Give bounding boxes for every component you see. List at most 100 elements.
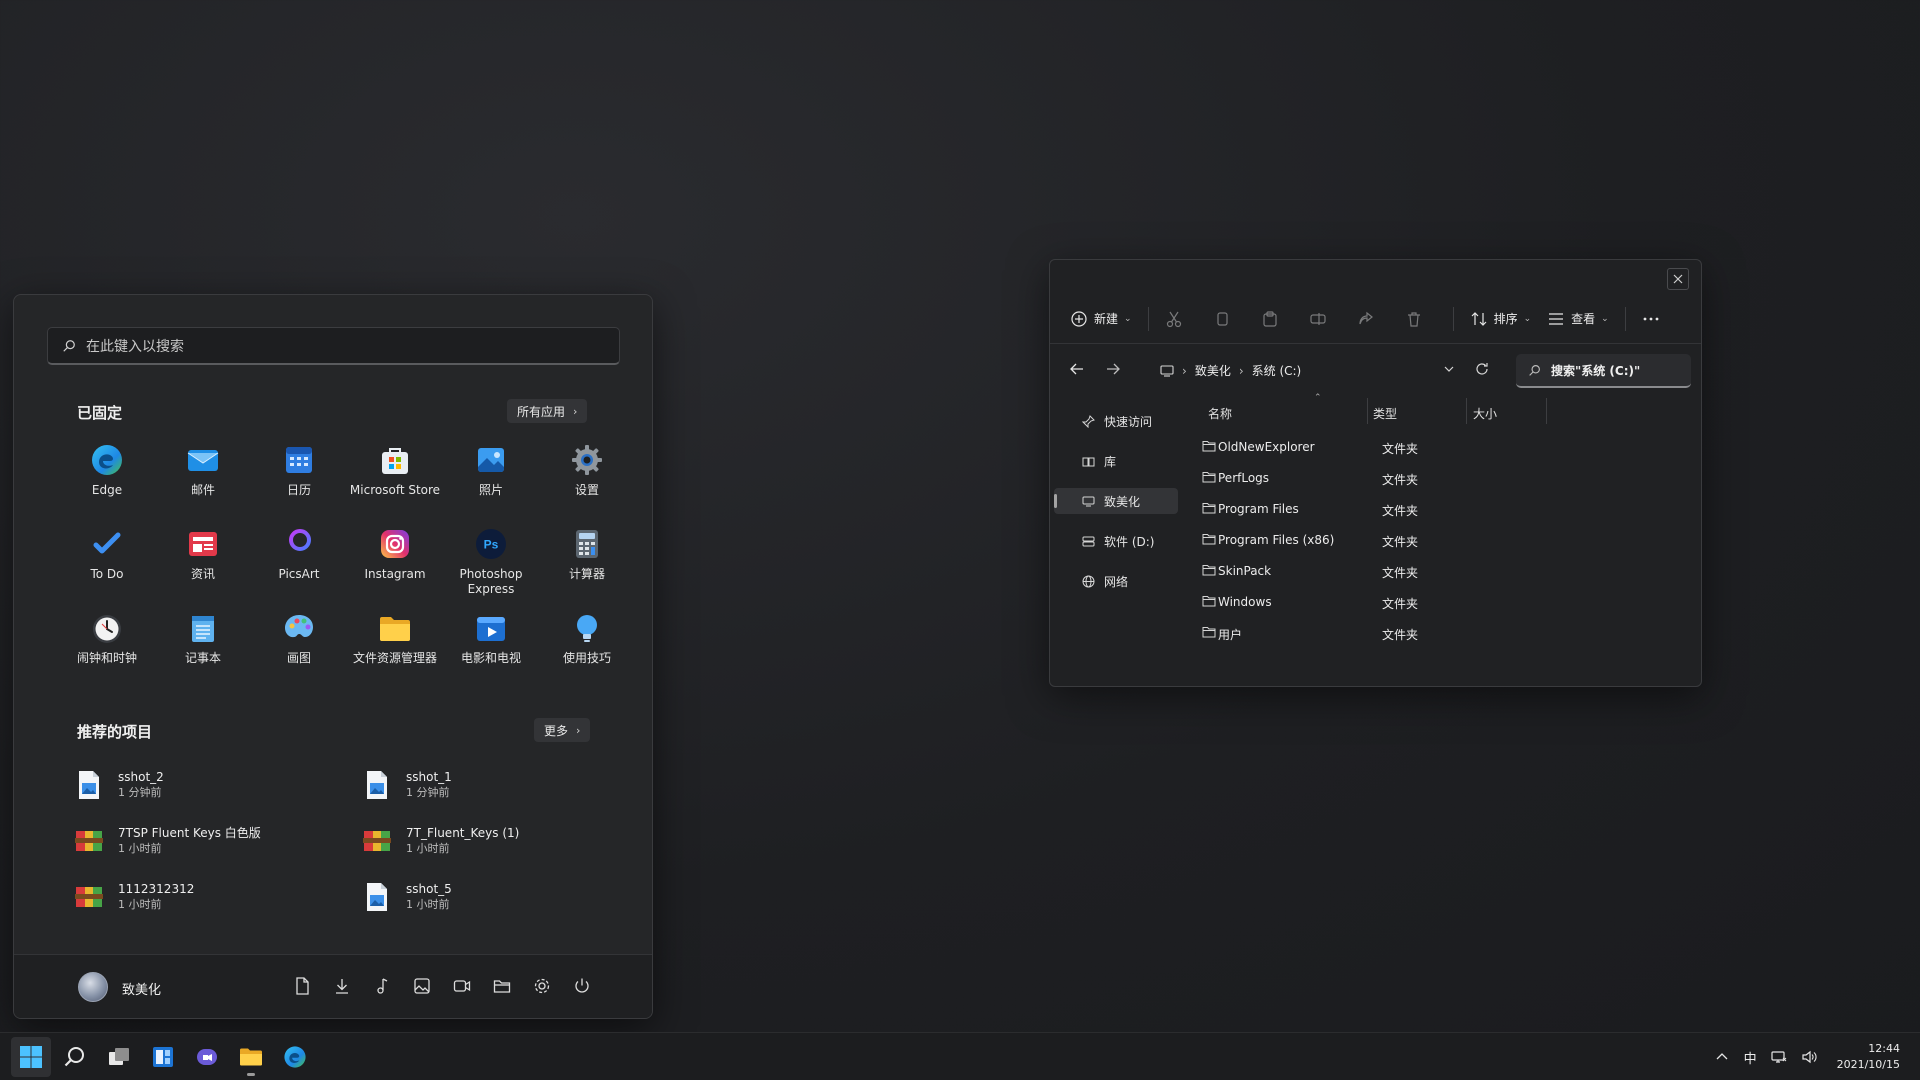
column-divider[interactable] (1367, 398, 1368, 424)
table-row[interactable]: OldNewExplorer 文件夹 (1200, 431, 1680, 462)
folder-icon[interactable] (492, 976, 512, 996)
table-row[interactable]: SkinPack 文件夹 (1200, 555, 1680, 586)
archive-icon (75, 887, 103, 907)
pinned-title: 已固定 (77, 404, 123, 422)
widgets-icon (153, 1047, 173, 1067)
pinned-app-mail[interactable]: 邮件 (155, 443, 251, 527)
nav-item-library[interactable]: 库 (1054, 448, 1178, 474)
pinned-app-calendar[interactable]: 日历 (251, 443, 347, 527)
recommended-title: 推荐的项目 (77, 723, 153, 741)
recommended-item[interactable]: sshot_1 1 分钟前 (362, 757, 614, 813)
column-name[interactable]: 名称 (1208, 405, 1232, 422)
breadcrumb-item[interactable]: 致美化 (1195, 362, 1231, 379)
pinned-app-settings[interactable]: 设置 (539, 443, 635, 527)
pinned-app-file-explorer[interactable]: 文件资源管理器 (347, 611, 443, 695)
taskbar-apps (11, 1037, 315, 1077)
recommended-item[interactable]: sshot_5 1 小时前 (362, 869, 614, 925)
chevron-up-icon[interactable] (1714, 1049, 1730, 1065)
share-icon[interactable] (1357, 310, 1375, 328)
download-icon[interactable] (332, 976, 352, 996)
pinned-app-alarms-clock[interactable]: 闹钟和时钟 (59, 611, 155, 695)
nav-item-drive-d[interactable]: 软件 (D:) (1054, 528, 1178, 554)
video-icon[interactable] (452, 976, 472, 996)
clock[interactable]: 12:44 2021/10/15 (1837, 1041, 1900, 1073)
table-row[interactable]: Program Files 文件夹 (1200, 493, 1680, 524)
column-divider[interactable] (1466, 398, 1467, 424)
refresh-icon[interactable] (1474, 361, 1490, 377)
sort-button[interactable]: 排序 ⌄ (1470, 310, 1531, 328)
paste-icon[interactable] (1261, 310, 1279, 328)
pinned-app-edge[interactable]: Edge (59, 443, 155, 527)
pinned-app-instagram[interactable]: Instagram (347, 527, 443, 611)
pinned-app-photos[interactable]: 照片 (443, 443, 539, 527)
network-icon[interactable] (1770, 1049, 1787, 1065)
new-button[interactable]: 新建 ⌄ (1070, 310, 1132, 328)
ime-indicator[interactable]: 中 (1744, 1048, 1757, 1067)
table-row[interactable]: 用户 文件夹 (1200, 617, 1680, 648)
rename-icon[interactable] (1309, 310, 1327, 328)
folder-outline-icon (1202, 441, 1216, 452)
chevron-down-icon[interactable] (1442, 362, 1456, 376)
view-button[interactable]: 查看 ⌄ (1547, 310, 1609, 328)
file-explorer-taskbar-button[interactable] (231, 1037, 271, 1077)
divider (1147, 306, 1149, 331)
close-button[interactable] (1667, 268, 1689, 290)
pinned-app-paint[interactable]: 画图 (251, 611, 347, 695)
table-row[interactable]: PerfLogs 文件夹 (1200, 462, 1680, 493)
pinned-app-tips[interactable]: 使用技巧 (539, 611, 635, 695)
avatar[interactable] (78, 972, 108, 1002)
column-type[interactable]: 类型 (1373, 405, 1397, 422)
document-icon[interactable] (292, 976, 312, 996)
column-divider[interactable] (1546, 398, 1547, 424)
breadcrumb-separator: › (1182, 363, 1187, 378)
more-button[interactable]: 更多 › (534, 718, 591, 742)
image-file-icon (367, 883, 387, 911)
recommended-item[interactable]: 7T_Fluent_Keys (1) 1 小时前 (362, 813, 614, 869)
nav-item-network[interactable]: 网络 (1054, 568, 1178, 594)
edge-taskbar-button[interactable] (275, 1037, 315, 1077)
music-icon[interactable] (372, 976, 392, 996)
all-apps-button[interactable]: 所有应用 › (507, 399, 588, 423)
pinned-app-photoshop-express[interactable]: Ps Photoshop Express (443, 527, 539, 611)
column-size[interactable]: 大小 (1473, 405, 1497, 422)
delete-icon[interactable] (1405, 310, 1423, 328)
forward-arrow-icon[interactable] (1104, 360, 1122, 378)
gear-icon[interactable] (532, 976, 552, 996)
power-icon[interactable] (572, 976, 592, 996)
pinned-app-todo[interactable]: To Do (59, 527, 155, 611)
nav-item-quick-access[interactable]: 快速访问 (1054, 408, 1178, 434)
pinned-app-store[interactable]: Microsoft Store (347, 443, 443, 527)
recommended-item[interactable]: 1112312312 1 小时前 (74, 869, 362, 925)
volume-icon[interactable] (1801, 1049, 1817, 1065)
recommended-item[interactable]: 7TSP Fluent Keys 白色版 1 小时前 (74, 813, 362, 869)
table-row[interactable]: Windows 文件夹 (1200, 586, 1680, 617)
nav-item-this-pc[interactable]: 致美化 (1054, 488, 1178, 514)
breadcrumb-item[interactable]: 系统 (C:) (1252, 362, 1302, 379)
cut-icon[interactable] (1165, 310, 1183, 328)
pinned-app-picsart[interactable]: PicsArt (251, 527, 347, 611)
task-view-icon (109, 1048, 129, 1065)
user-name[interactable]: 致美化 (122, 979, 161, 998)
breadcrumb[interactable]: › 致美化 › 系统 (C:) (1160, 362, 1301, 379)
network-globe-icon (1082, 575, 1095, 587)
edge-icon (284, 1046, 306, 1068)
taskbar-search-button[interactable] (55, 1037, 95, 1077)
more-options-icon[interactable] (1642, 310, 1660, 328)
plus-circle-icon (1071, 310, 1087, 327)
widgets-button[interactable] (143, 1037, 183, 1077)
pinned-app-notepad[interactable]: 记事本 (155, 611, 251, 695)
pinned-app-news[interactable]: 资讯 (155, 527, 251, 611)
back-arrow-icon[interactable] (1068, 360, 1086, 378)
table-row[interactable]: Program Files (x86) 文件夹 (1200, 524, 1680, 555)
copy-icon[interactable] (1213, 310, 1231, 328)
pinned-app-calculator[interactable]: 计算器 (539, 527, 635, 611)
pinned-app-movies-tv[interactable]: 电影和电视 (443, 611, 539, 695)
chat-button[interactable] (187, 1037, 227, 1077)
start-button[interactable] (11, 1037, 51, 1077)
sort-ascending-icon: ⌃ (1314, 393, 1322, 403)
explorer-search-input[interactable]: 搜索"系统 (C:)" (1516, 354, 1691, 388)
task-view-button[interactable] (99, 1037, 139, 1077)
pictures-icon[interactable] (412, 976, 432, 996)
start-search-box[interactable]: 在此键入以搜索 (47, 327, 620, 365)
recommended-item[interactable]: sshot_2 1 分钟前 (74, 757, 362, 813)
